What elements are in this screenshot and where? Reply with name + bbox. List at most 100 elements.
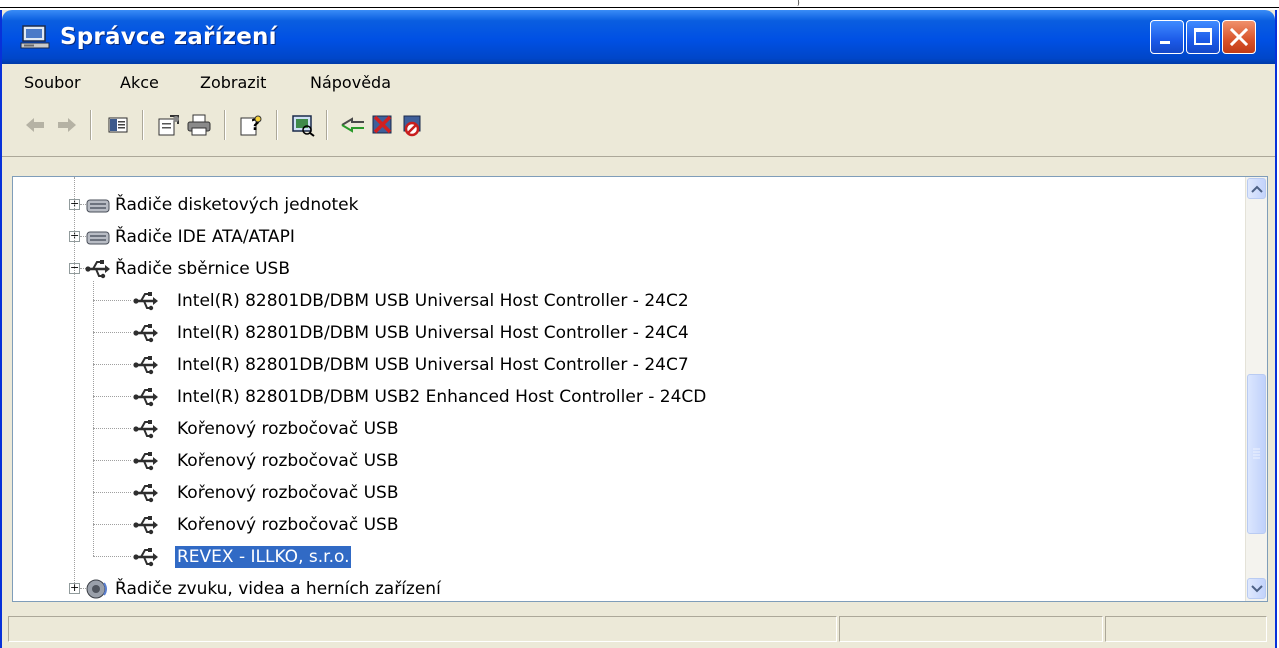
tree-item-label[interactable]: Kořenový rozbočovač USB bbox=[175, 482, 400, 504]
usb-icon bbox=[133, 384, 159, 410]
top-edge-mark: ) bbox=[797, 0, 800, 7]
usb-icon bbox=[133, 544, 159, 570]
scan-hardware-button[interactable] bbox=[288, 110, 318, 140]
tree-item-label[interactable]: Intel(R) 82801DB/DBM USB2 Enhanced Host … bbox=[175, 386, 708, 408]
tree-device[interactable]: REVEX - ILLKO, s.r.o. bbox=[13, 541, 1243, 573]
tree-item-label[interactable]: Řadiče sběrnice USB bbox=[113, 258, 292, 280]
device-tree[interactable]: + Řadiče disketových jednotek + Řadiče IDE … bbox=[12, 176, 1268, 602]
usb-icon bbox=[133, 416, 159, 442]
update-driver-icon bbox=[341, 117, 364, 133]
tree-connector bbox=[93, 332, 131, 334]
tree-item-label[interactable]: Kořenový rozbočovač USB bbox=[175, 514, 400, 536]
tree-device[interactable]: Intel(R) 82801DB/DBM USB2 Enhanced Host … bbox=[13, 381, 1243, 413]
expand-icon[interactable]: + bbox=[69, 582, 80, 594]
tree-connector bbox=[93, 556, 131, 558]
menu-bar: Soubor Akce Zobrazit Nápověda bbox=[2, 64, 1275, 99]
tree-item-label[interactable]: Kořenový rozbočovač USB bbox=[175, 418, 400, 440]
show-hide-tree-icon bbox=[108, 117, 128, 133]
uninstall-button[interactable] bbox=[368, 110, 398, 140]
tree-item-label[interactable]: Intel(R) 82801DB/DBM USB Universal Host … bbox=[175, 354, 691, 376]
maximize-icon bbox=[1194, 28, 1212, 45]
properties-icon bbox=[158, 115, 179, 136]
usb-icon bbox=[133, 352, 159, 378]
title-bar[interactable]: Správce zařízení bbox=[2, 10, 1275, 64]
grip-icon bbox=[1253, 448, 1260, 459]
scroll-down-button[interactable] bbox=[1247, 578, 1266, 599]
tree-connector bbox=[93, 396, 131, 398]
device-manager-window: Správce zařízení Soubor Akce Zobrazit Ná… bbox=[0, 10, 1277, 648]
tree-item-label[interactable]: Kořenový rozbočovač USB bbox=[175, 450, 400, 472]
update-driver-button[interactable] bbox=[338, 110, 368, 140]
toolbar-separator bbox=[276, 110, 278, 140]
tree-connector bbox=[93, 364, 131, 366]
menu-zobrazit[interactable]: Zobrazit bbox=[200, 73, 266, 92]
back-icon bbox=[26, 118, 44, 132]
tree-device[interactable]: Kořenový rozbočovač USB bbox=[13, 509, 1243, 541]
tree-device[interactable]: Intel(R) 82801DB/DBM USB Universal Host … bbox=[13, 285, 1243, 317]
window-title: Správce zařízení bbox=[60, 24, 277, 50]
tree-device[interactable]: Kořenový rozbočovač USB bbox=[13, 445, 1243, 477]
properties-button[interactable] bbox=[154, 110, 184, 140]
toolbar-separator bbox=[142, 110, 144, 140]
top-edge-fragment: ) bbox=[0, 0, 1279, 9]
minimize-icon bbox=[1160, 41, 1170, 44]
tree-connector bbox=[93, 492, 131, 494]
tree-connector bbox=[93, 300, 131, 302]
tree-device[interactable]: Kořenový rozbočovač USB bbox=[13, 477, 1243, 509]
tree-connector bbox=[93, 281, 95, 556]
tree-item-label[interactable]: Řadiče disketových jednotek bbox=[113, 194, 360, 216]
tree-connector bbox=[93, 428, 131, 430]
tree-device[interactable]: Intel(R) 82801DB/DBM USB Universal Host … bbox=[13, 317, 1243, 349]
tree-item-label[interactable]: Řadiče IDE ATA/ATAPI bbox=[113, 226, 297, 248]
back-button[interactable] bbox=[20, 110, 50, 140]
tree-category[interactable]: + Řadiče IDE ATA/ATAPI bbox=[13, 221, 1243, 253]
controller-icon bbox=[85, 192, 111, 218]
scan-hardware-icon bbox=[292, 115, 315, 137]
tree-category[interactable]: − Řadiče sběrnice USB bbox=[13, 253, 1243, 285]
usb-icon bbox=[133, 320, 159, 346]
tree-category[interactable]: + Řadiče disketových jednotek bbox=[13, 189, 1243, 221]
disable-button[interactable] bbox=[398, 110, 428, 140]
menu-akce[interactable]: Akce bbox=[120, 73, 159, 92]
usb-icon bbox=[133, 288, 159, 314]
print-icon bbox=[187, 114, 211, 136]
tree-device[interactable]: Intel(R) 82801DB/DBM USB Universal Host … bbox=[13, 349, 1243, 381]
top-divider-line bbox=[0, 7, 1279, 8]
tree-item-label[interactable]: Řadiče zvuku, videa a herních zařízení bbox=[113, 578, 443, 600]
maximize-button[interactable] bbox=[1186, 20, 1220, 54]
usb-icon bbox=[133, 512, 159, 538]
status-bar bbox=[2, 608, 1275, 648]
close-button[interactable] bbox=[1222, 20, 1256, 54]
forward-icon bbox=[58, 118, 76, 132]
show-hide-tree-button[interactable] bbox=[103, 110, 133, 140]
minimize-button[interactable] bbox=[1150, 20, 1184, 54]
tree-connector bbox=[93, 460, 131, 462]
forward-button[interactable] bbox=[52, 110, 82, 140]
close-icon bbox=[1229, 27, 1249, 47]
status-panel-3 bbox=[1105, 616, 1267, 642]
print-button[interactable] bbox=[184, 110, 214, 140]
toolbar-separator bbox=[90, 110, 92, 140]
vertical-scrollbar[interactable] bbox=[1245, 177, 1267, 601]
help-button[interactable]: ? bbox=[236, 110, 266, 140]
usb-icon bbox=[133, 448, 159, 474]
tree-item-label[interactable]: Intel(R) 82801DB/DBM USB Universal Host … bbox=[175, 322, 691, 344]
disable-icon bbox=[403, 115, 421, 137]
scroll-thumb[interactable] bbox=[1247, 374, 1266, 534]
menu-soubor[interactable]: Soubor bbox=[24, 73, 81, 92]
toolbar-separator bbox=[224, 110, 226, 140]
usb-icon bbox=[133, 480, 159, 506]
status-panel-main bbox=[8, 616, 837, 642]
tree-category[interactable]: + Řadiče zvuku, videa a herních zařízení bbox=[13, 573, 1243, 601]
tree-device[interactable]: Kořenový rozbočovač USB bbox=[13, 413, 1243, 445]
help-icon: ? bbox=[240, 115, 262, 136]
menu-napoveda[interactable]: Nápověda bbox=[310, 73, 391, 92]
tree-item-label[interactable]: Intel(R) 82801DB/DBM USB Universal Host … bbox=[175, 290, 691, 312]
controller-icon bbox=[85, 224, 111, 250]
chevron-up-icon bbox=[1250, 185, 1263, 193]
tree-item-label[interactable]: REVEX - ILLKO, s.r.o. bbox=[175, 546, 352, 568]
scroll-up-button[interactable] bbox=[1247, 178, 1266, 199]
status-panel-2 bbox=[839, 616, 1103, 642]
computer-icon bbox=[20, 25, 50, 49]
usb-icon bbox=[85, 256, 111, 282]
